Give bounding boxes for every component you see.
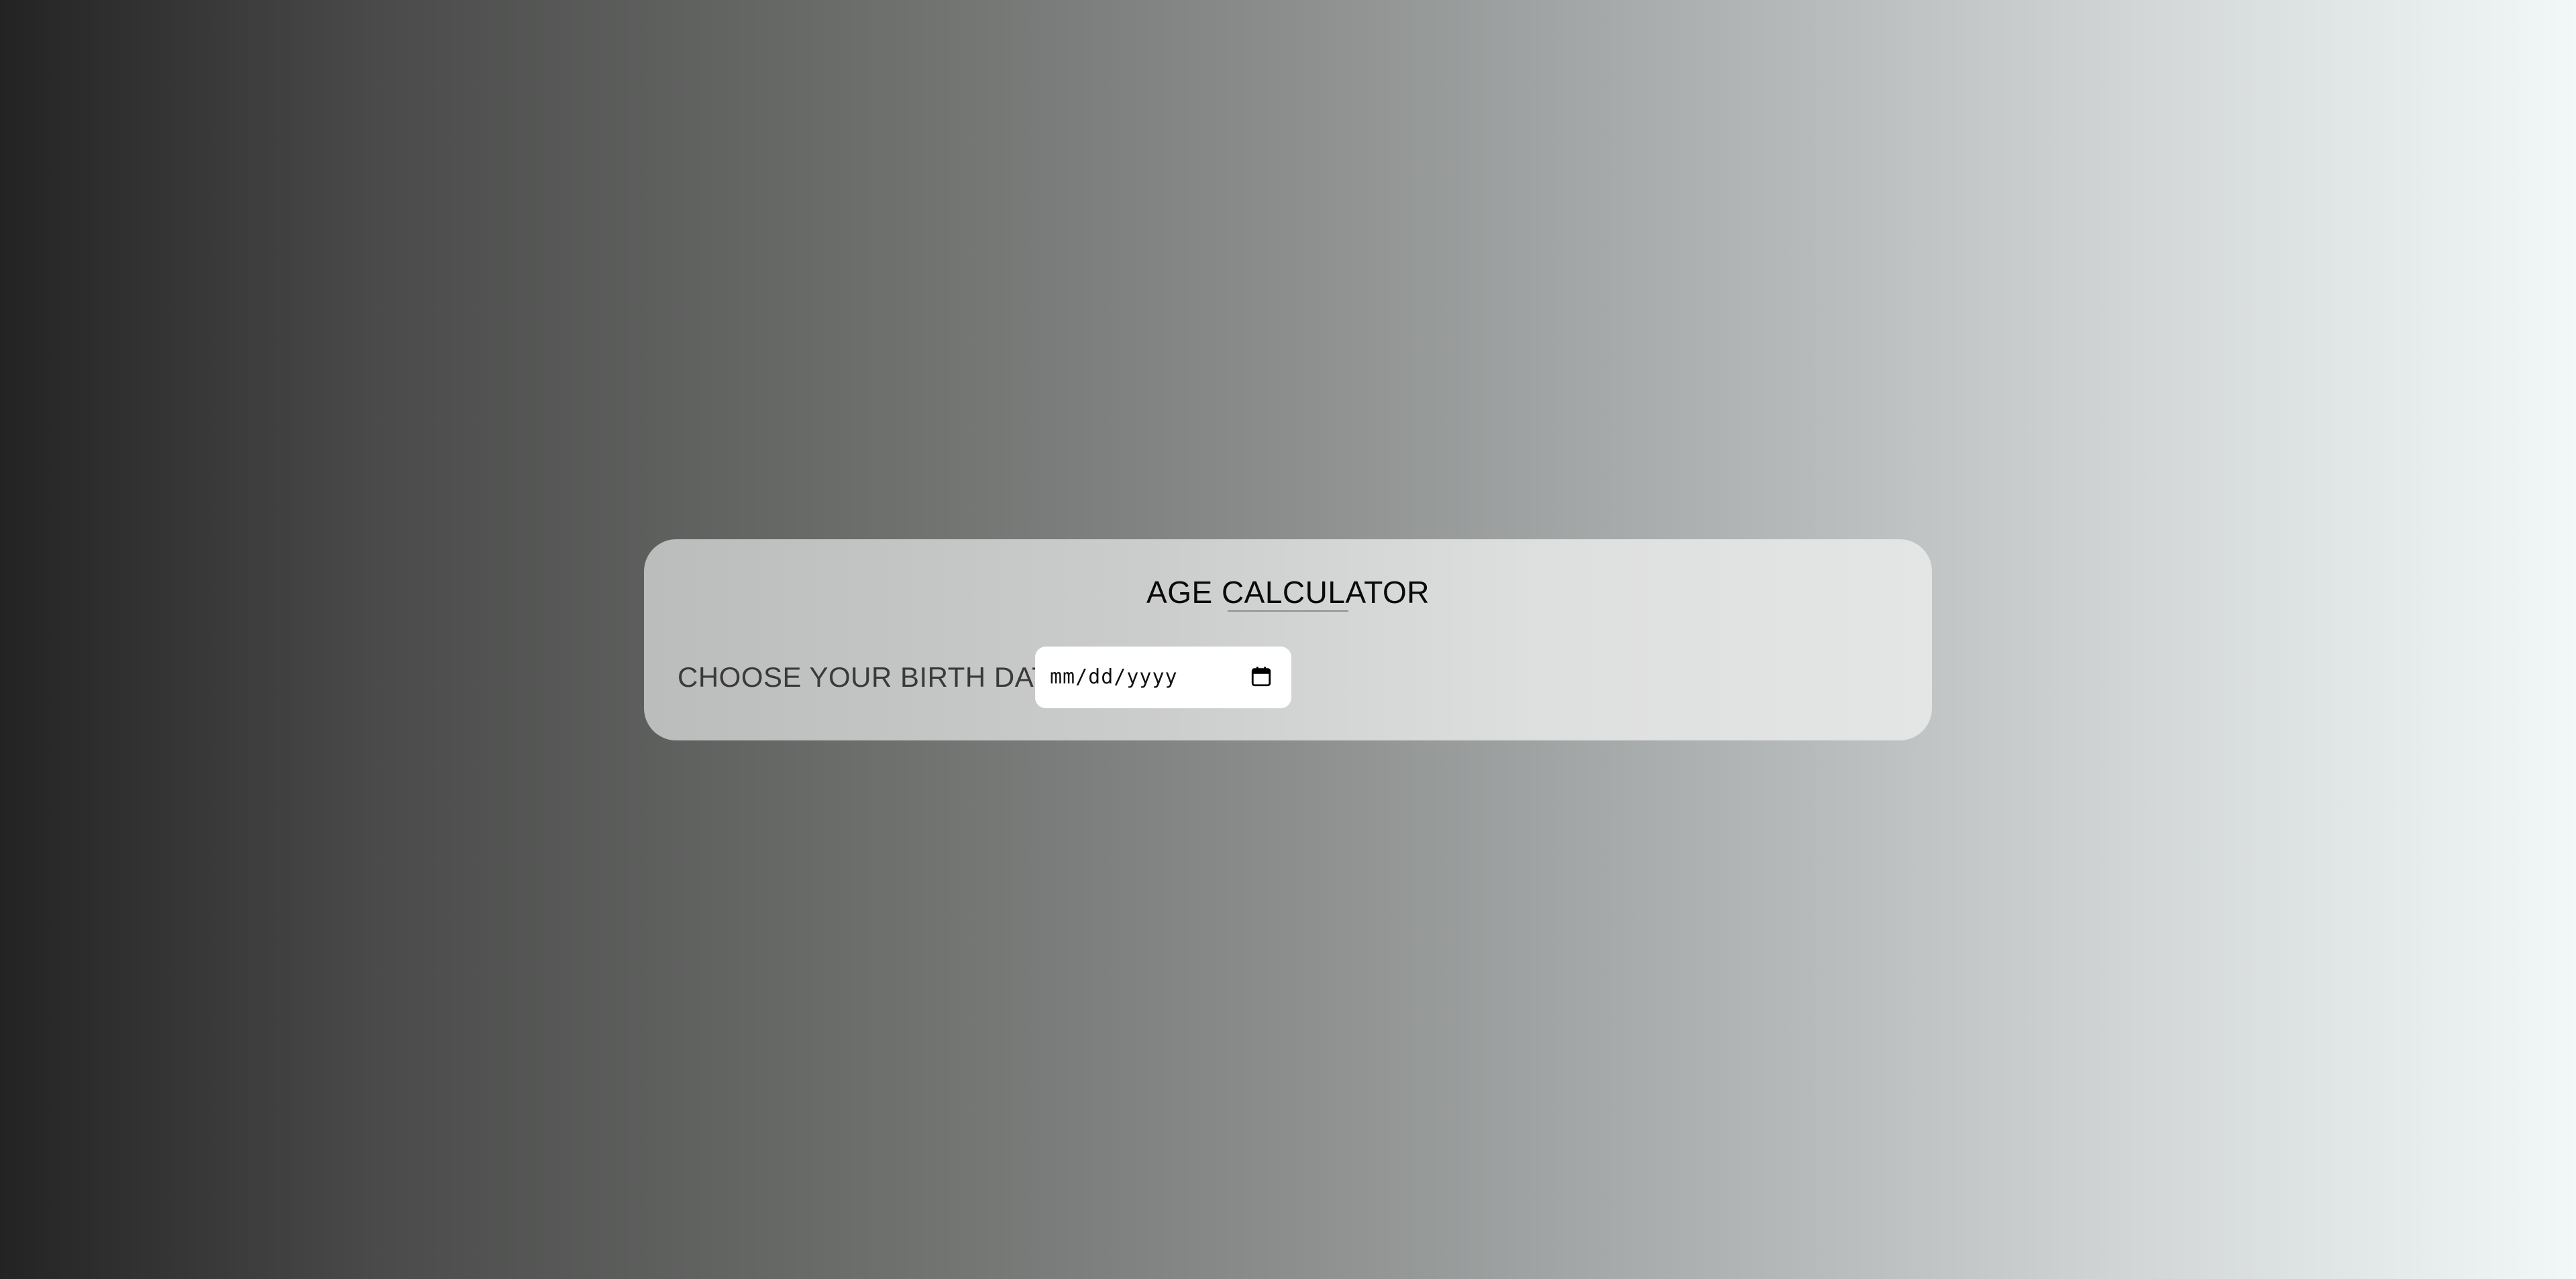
calendar-icon[interactable] [1250,665,1273,688]
birth-date-label: CHOOSE YOUR BIRTH DATE [678,661,1069,693]
date-input-placeholder: mm/dd/yyyy [1050,665,1178,689]
birth-date-input[interactable]: mm/dd/yyyy [1035,647,1291,708]
page-title: AGE CALCULATOR [1146,575,1430,610]
age-calculator-card: AGE CALCULATOR CHOOSE YOUR BIRTH DATE mm… [644,539,1932,740]
title-underline [1228,610,1348,612]
